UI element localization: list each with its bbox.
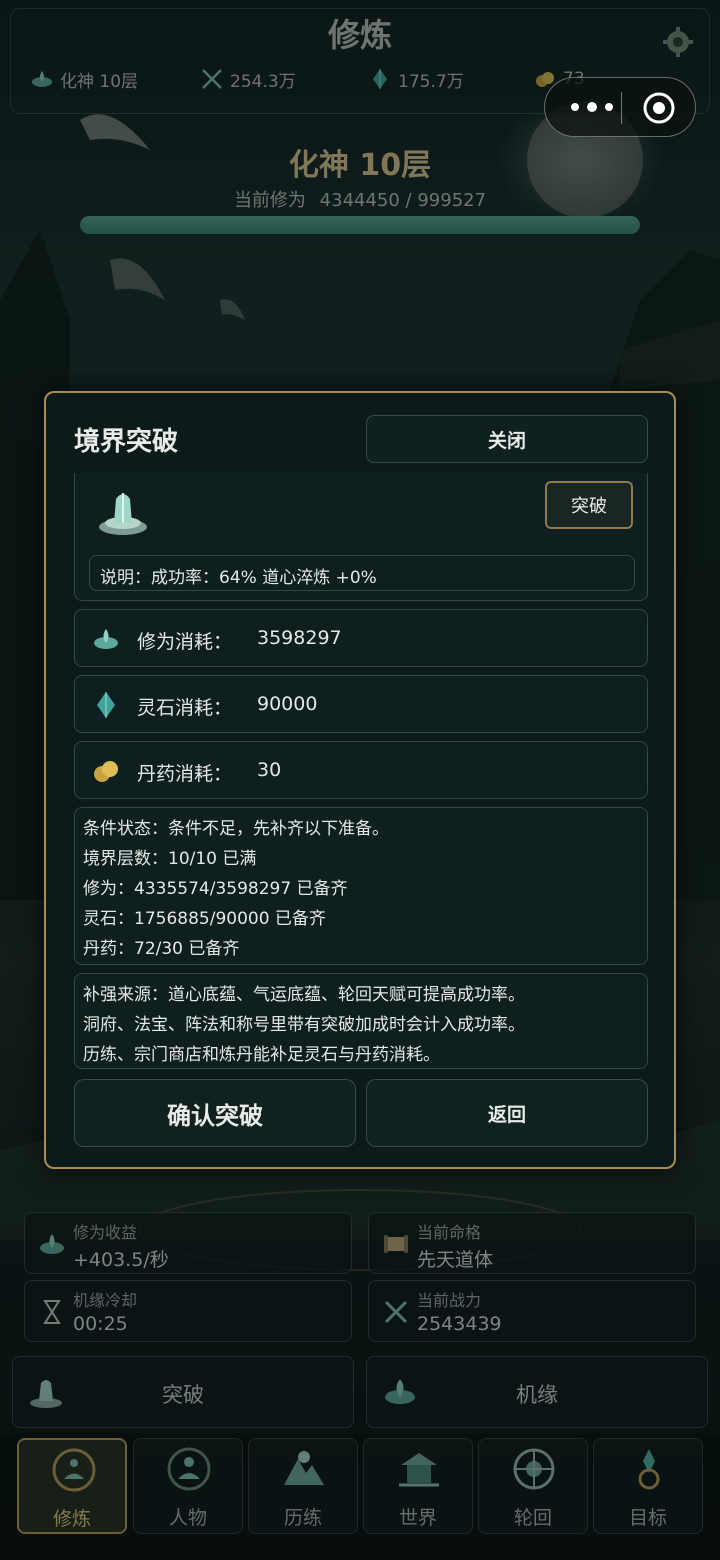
capsule-divider [621, 92, 622, 124]
condition-line: 条件状态：条件不足，先补齐以下准备。 [83, 819, 389, 839]
cost-value: 90000 [257, 693, 318, 715]
pill-gold-icon [94, 761, 118, 782]
condition-line: 灵石：1756885/90000 已备齐 [83, 909, 326, 929]
cost-label: 丹药消耗： [137, 763, 233, 785]
cost-label: 灵石消耗： [137, 697, 233, 719]
more-icon[interactable] [567, 95, 617, 119]
conditions-panel: 条件状态：条件不足，先补齐以下准备。 境界层数：10/10 已满 修为：4335… [74, 807, 648, 965]
condition-line: 修为：4335574/3598297 已备齐 [83, 879, 348, 899]
close-miniprogram-icon[interactable] [641, 90, 677, 126]
cost-row-pills: 丹药消耗： 30 [74, 741, 648, 799]
cost-row-cultivation: 修为消耗： 3598297 [74, 609, 648, 667]
bonus-sources-panel: 补强来源：道心底蕴、气运底蕴、轮回天赋可提高成功率。 洞府、法宝、阵法和称号里带… [74, 973, 648, 1069]
close-button[interactable]: 关闭 [366, 415, 648, 463]
back-button[interactable]: 返回 [366, 1079, 648, 1147]
cost-label: 修为消耗： [137, 631, 233, 653]
breakthrough-summary: 突破 说明：成功率：64% 道心淬炼 +0% [74, 473, 648, 601]
success-rate-description: 说明：成功率：64% 道心淬炼 +0% [89, 555, 635, 591]
breakthrough-small-button[interactable]: 突破 [545, 481, 633, 529]
cost-value: 30 [257, 759, 282, 781]
lotus-icon [94, 629, 118, 649]
source-line: 历练、宗门商店和炼丹能补足灵石与丹药消耗。 [83, 1045, 440, 1065]
source-line: 洞府、法宝、阵法和称号里带有突破加成时会计入成功率。 [83, 1015, 525, 1035]
dialog-title: 境界突破 [74, 427, 179, 457]
stage-altar-icon [99, 493, 147, 535]
cost-value: 3598297 [257, 627, 342, 649]
breakthrough-dialog: 境界突破 关闭 突破 说明：成功率：64% 道心淬炼 +0% 修为消耗： 359… [44, 391, 676, 1169]
source-line: 补强来源：道心底蕴、气运底蕴、轮回天赋可提高成功率。 [83, 985, 525, 1005]
cost-row-spirit-stones: 灵石消耗： 90000 [74, 675, 648, 733]
condition-line: 境界层数：10/10 已满 [83, 849, 257, 869]
condition-line: 丹药：72/30 已备齐 [83, 939, 240, 959]
miniprogram-capsule [544, 77, 696, 137]
confirm-breakthrough-button[interactable]: 确认突破 [74, 1079, 356, 1147]
spirit-stone-icon [97, 692, 115, 718]
